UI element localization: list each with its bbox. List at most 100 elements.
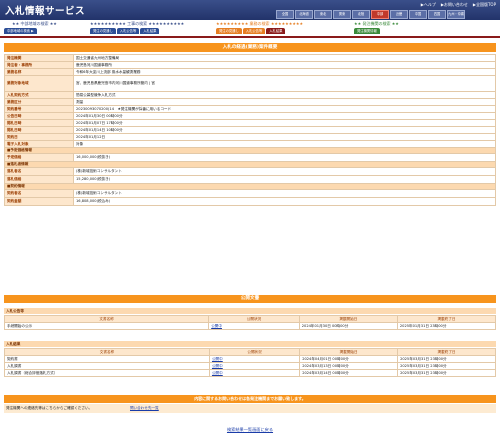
detail-value: 測量 (73, 98, 496, 106)
header-links: ▶ヘルプ ▶お問い合わせ ▶全国版TOP (421, 2, 496, 8)
region-tab[interactable]: 北海道 (295, 10, 313, 19)
back-to-results-link[interactable]: 検索結果一覧画面に戻る (0, 427, 500, 433)
detail-row: 電子入札対象 対象 (4, 140, 496, 148)
detail-row: 契約日 2024年01月12日 (4, 133, 496, 141)
detail-row: 契約金額 16,808,000(税込み) (4, 197, 496, 206)
document-name: 入札調書（総合評価落札方式） (4, 369, 210, 377)
category-tab[interactable]: 発注機関情報 (354, 28, 380, 34)
detail-label: 契約者名 (4, 189, 74, 198)
document-start: 2024年01月30日 00時00分 (298, 322, 398, 330)
help-link[interactable]: ▶ヘルプ (421, 2, 436, 8)
column-header: 掲載終了日 (396, 315, 497, 323)
category-tab[interactable]: 入札結果 (266, 28, 286, 34)
detail-label: 開札日時 (4, 126, 74, 134)
region-tab[interactable]: 関東 (333, 10, 351, 19)
category-tab-row: 発注の見通し 入札公告等 入札結果 (216, 28, 286, 34)
category-tab-row: 中部地域の検索 ▶ (4, 28, 37, 34)
document-name: 契約書 (4, 355, 210, 363)
document-end: 2025年01月31日 23時00分 (396, 322, 497, 330)
detail-value: 宮、鹿児島県鹿児島市内河川国道事務所管内 | 宮 (73, 75, 496, 92)
region-tab[interactable]: 北陸 (352, 10, 370, 19)
document-status-link[interactable]: 公開中 (208, 355, 301, 363)
region-tab[interactable]: 全国 (276, 10, 294, 19)
document-table-header: 文書名称 公開状況 掲載開始日 掲載終了日 (4, 348, 496, 356)
column-header: 掲載終了日 (397, 348, 496, 356)
detail-label: 業務区分 (4, 98, 74, 106)
column-header: 掲載開始日 (298, 315, 398, 323)
category-title: ★★ 発注機関の検索 ★★ (354, 21, 399, 26)
document-table-header: 文書名称 公開状況 掲載開始日 掲載終了日 (3, 315, 497, 323)
detail-row: 発注機関 国土交通省九州地方整備局 (4, 54, 496, 62)
category-tab-row: 発注の見通し 入札公告等 入札結果 (90, 28, 160, 34)
detail-title: 入札の経過(業務)案件概要 (4, 43, 496, 52)
detail-label: 契約金額 (4, 197, 74, 206)
detail-value: 15,280,000(税抜き) (73, 175, 496, 184)
national-top-link[interactable]: ▶全国版TOP (473, 2, 496, 8)
contact-banner: 内容に関するお問い合わせは各発注機関までお願い致します。 (4, 395, 496, 403)
detail-label: 業務対象地域 (4, 75, 74, 92)
contact-row: 発注機関への連絡先等はこちらからご確認ください。 問い合わせ先一覧 (4, 404, 496, 413)
detail-label: 契約日 (4, 133, 74, 141)
category-tab[interactable]: 発注の見通し (216, 28, 242, 34)
region-tab[interactable]: 四国 (428, 10, 446, 19)
detail-value: 2024年01月14日 10時00分 (73, 126, 496, 134)
detail-label: 公告日時 (4, 112, 74, 120)
contact-list-link[interactable]: 問い合わせ先一覧 (130, 404, 159, 413)
column-header: 公開状況 (208, 348, 301, 356)
detail-table: 発注機関 国土交通省九州地方整備局 発注者・事務所 鹿児島河川国道事務所 業務名称 令和6… (4, 54, 496, 206)
document-status-link[interactable]: 公開中 (208, 362, 301, 370)
region-tab[interactable]: 中部 (371, 10, 389, 19)
documents-title: 公開文書 (4, 295, 496, 303)
detail-row: 契約者名 (株)新城技術コンサルタント (4, 189, 496, 198)
column-header: 掲載開始日 (299, 348, 399, 356)
detail-row: 公告日時 2024年01月30日 00時00分 (4, 112, 496, 120)
detail-label: 入札契約方式 (4, 91, 74, 99)
document-group-caption: 入札公告等 (4, 308, 496, 314)
category-tab[interactable]: 入札結果 (140, 28, 160, 34)
detail-value: 2024年01月07日 17時00分 (73, 119, 496, 127)
detail-label: 契約番号 (4, 105, 74, 113)
region-selector: 全国 北海道 東北 関東 北陸 中部 近畿 中国 四国 九州・沖縄 (276, 10, 465, 19)
detail-value: 簡易公募型競争入札方式 (73, 91, 496, 99)
region-tab[interactable]: 中国 (409, 10, 427, 19)
document-end: 2025年03月31日 23時00分 (397, 362, 496, 370)
contact-note: 発注機関への連絡先等はこちらからご確認ください。 (6, 406, 93, 410)
detail-label: 業務名称 (4, 68, 74, 76)
contact-link[interactable]: ▶お問い合わせ (441, 2, 468, 8)
region-tab[interactable]: 九州・沖縄 (447, 10, 465, 19)
document-name: 手続開始の公示 (3, 322, 210, 330)
detail-value: 16,808,000(税込み) (73, 197, 496, 206)
document-status-link[interactable]: 公開中 (208, 369, 301, 377)
region-tab[interactable]: 東北 (314, 10, 332, 19)
document-start: 2024年03月14日 00時00分 (299, 369, 399, 377)
column-header: 公開状況 (208, 315, 300, 323)
detail-value: (株)新城技術コンサルタント (73, 167, 496, 176)
detail-label: 電子入札対象 (4, 140, 74, 148)
detail-value: 対象 (73, 140, 496, 148)
document-status-link[interactable]: 公開中 (208, 322, 300, 330)
category-tab[interactable]: 発注の見通し (90, 28, 116, 34)
document-table: 文書名称 公開状況 掲載開始日 掲載終了日 契約書 公開中 2024年04月01日 00時0… (4, 348, 496, 377)
column-header: 文書名称 (3, 315, 210, 323)
category-navigation: ★★ 中部地域の検索 ★★ 中部地域の検索 ▶ ★★★★★★★★★★ 工事の検索 ★… (0, 20, 500, 36)
document-row: 手続開始の公示 公開中 2024年01月30日 00時00分 2025年01月31日 … (3, 322, 497, 330)
document-end: 2025年03月31日 23時00分 (397, 369, 496, 377)
category-tab[interactable]: 入札公告等 (242, 28, 266, 34)
document-start: 2024年04月01日 00時00分 (299, 355, 399, 363)
region-tab[interactable]: 近畿 (390, 10, 408, 19)
category-tab[interactable]: 入札公告等 (116, 28, 140, 34)
detail-label: 予定価格 (4, 153, 74, 162)
detail-value: 20230093070200(14 ★発注機関が採番に用いるコード (73, 105, 496, 113)
detail-row: 契約番号 20230093070200(14 ★発注機関が採番に用いるコード (4, 105, 496, 113)
detail-label: 発注者・事務所 (4, 61, 74, 69)
detail-label: 落札者名 (4, 167, 74, 176)
detail-value: (株)新城技術コンサルタント (73, 189, 496, 198)
category-tab-row: 発注機関情報 (354, 28, 380, 34)
detail-row: 業務区分 測量 (4, 98, 496, 106)
site-logo[interactable]: 入札情報サービス (5, 3, 85, 17)
document-row: 契約書 公開中 2024年04月01日 00時00分 2025年03月31日 23時0… (4, 355, 496, 363)
detail-row: 業務名称 令和6年大淀川上流部 風水水量観測業務 (4, 68, 496, 76)
detail-label: 落札価格 (4, 175, 74, 184)
document-row: 入札調書 公開中 2024年03月13日 00時00分 2025年03月31日 23時… (4, 362, 496, 370)
category-tab[interactable]: 中部地域の検索 ▶ (4, 28, 37, 34)
